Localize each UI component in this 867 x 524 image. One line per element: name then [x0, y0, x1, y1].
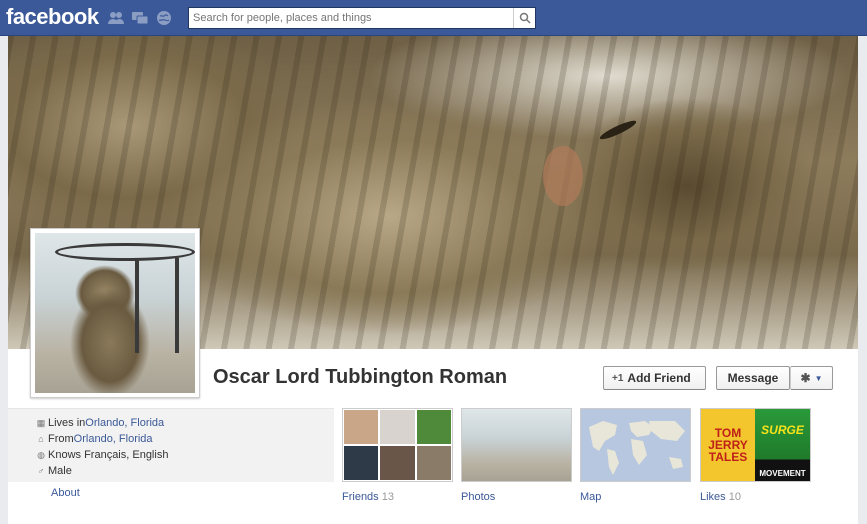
male-icon: ♂ [37, 466, 45, 476]
facebook-logo[interactable]: facebook [6, 4, 99, 30]
about-link[interactable]: About [51, 487, 80, 499]
gear-icon: ✱ [800, 371, 811, 385]
likes-tile-label[interactable]: Likes 10 [700, 491, 741, 503]
message-button[interactable]: Message [716, 366, 790, 390]
search-box [188, 7, 536, 29]
friends-tile[interactable] [342, 408, 453, 482]
from-row: ⌂ From Orlando, Florida [34, 431, 334, 447]
home-icon: ⌂ [38, 434, 44, 444]
cover-photo-detail [543, 146, 583, 206]
map-tile[interactable] [580, 408, 691, 482]
profile-picture[interactable] [30, 228, 200, 398]
languages-row: ◍ Knows Français, English [34, 447, 334, 463]
likes-tile[interactable]: TOM JERRY TALES SURGE MOVEMENT [700, 408, 811, 482]
profile-page: Oscar Lord Tubbington Roman +1 Add Frien… [8, 36, 858, 524]
friends-tile-label[interactable]: Friends 13 [342, 491, 394, 503]
add-friend-icon: +1 [612, 372, 624, 384]
add-friend-label: Add Friend [627, 371, 691, 385]
profile-name[interactable]: Oscar Lord Tubbington Roman [213, 366, 507, 389]
profile-picture-image [35, 233, 195, 393]
chevron-down-icon: ▼ [814, 373, 823, 383]
globe-icon: ◍ [37, 449, 45, 460]
gender-row: ♂ Male [34, 463, 334, 479]
notifications-icon[interactable] [155, 9, 173, 27]
top-navigation-bar: facebook [0, 0, 867, 36]
search-button[interactable] [513, 8, 535, 28]
search-icon [519, 12, 531, 24]
jewel-icons [107, 9, 173, 27]
photos-tile-label[interactable]: Photos [461, 491, 495, 503]
map-tile-label[interactable]: Map [580, 491, 601, 503]
friends-thumbnails [343, 409, 452, 481]
search-input[interactable] [189, 8, 509, 28]
liked-page-tom-and-jerry: TOM JERRY TALES [701, 409, 756, 481]
messages-icon[interactable] [131, 9, 149, 27]
liked-page-surge-movement: SURGE MOVEMENT [755, 409, 810, 481]
settings-dropdown-button[interactable]: ✱ ▼ [790, 366, 833, 390]
world-map-icon [589, 421, 685, 475]
building-icon: ▦ [36, 417, 46, 428]
photos-tile[interactable] [461, 408, 572, 482]
message-label: Message [727, 371, 779, 385]
profile-info-box: ▦ Lives in Orlando, Florida ⌂ From Orlan… [8, 408, 334, 482]
friend-requests-icon[interactable] [107, 9, 125, 27]
lives-in-row: ▦ Lives in Orlando, Florida [34, 415, 334, 431]
from-link[interactable]: Orlando, Florida [74, 433, 153, 445]
add-friend-button[interactable]: +1 Add Friend [603, 366, 706, 390]
lives-in-link[interactable]: Orlando, Florida [85, 417, 164, 429]
